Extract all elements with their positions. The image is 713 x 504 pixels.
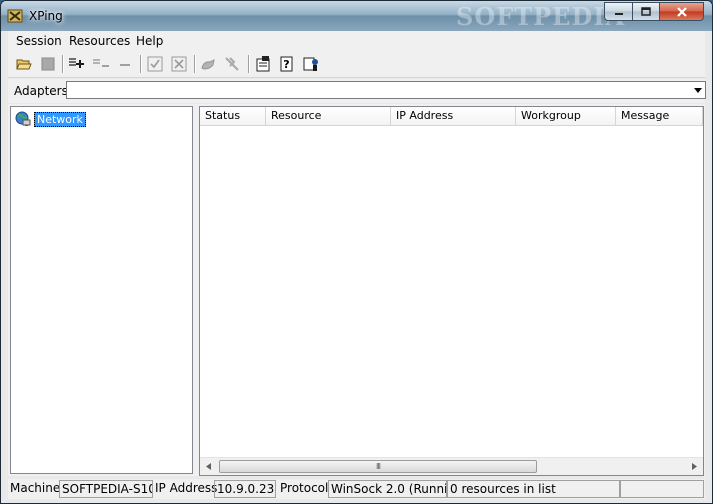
- status-bar: Machine SOFTPEDIA-S101 IP Address 10.9.0…: [8, 479, 705, 499]
- status-ip-value: 10.9.0.231: [214, 480, 276, 498]
- help-icon: ?: [280, 56, 293, 72]
- tree-node-network[interactable]: Network: [15, 111, 86, 127]
- trace-icon: [225, 57, 239, 71]
- close-icon: [676, 6, 687, 17]
- column-header-status[interactable]: Status: [200, 107, 266, 125]
- remove-resource-button[interactable]: [116, 55, 134, 73]
- chevron-down-icon: [694, 87, 702, 93]
- network-tree[interactable]: Network: [10, 106, 193, 474]
- horizontal-scrollbar[interactable]: III: [200, 457, 703, 475]
- properties-icon: [256, 56, 270, 72]
- remove-resource-icon: [120, 64, 130, 66]
- about-button[interactable]: [302, 55, 320, 73]
- resource-list[interactable]: Status Resource IP Address Workgroup Mes…: [199, 106, 704, 476]
- adapters-row: Adapters: [8, 79, 706, 103]
- add-range-button[interactable]: [92, 55, 110, 73]
- scroll-left-icon: [206, 463, 211, 470]
- toolbar-separator: [140, 55, 142, 73]
- add-resource-button[interactable]: [68, 55, 86, 73]
- help-button[interactable]: ?: [278, 55, 296, 73]
- scroll-right-button[interactable]: [686, 458, 703, 475]
- menu-bar: Session Resources Help: [8, 31, 705, 51]
- status-machine-label: Machine: [10, 481, 61, 495]
- check-all-button[interactable]: [146, 55, 164, 73]
- scroll-right-icon: [692, 463, 697, 470]
- status-empty-panel: [620, 480, 704, 498]
- check-all-icon: [147, 56, 163, 72]
- column-header-message[interactable]: Message: [616, 107, 703, 125]
- list-header: Status Resource IP Address Workgroup Mes…: [200, 107, 703, 126]
- column-header-ip-address[interactable]: IP Address: [391, 107, 516, 125]
- toolbar-separator: [194, 55, 196, 73]
- uncheck-all-icon: [171, 56, 187, 72]
- adapters-dropdown-button[interactable]: [691, 82, 705, 98]
- close-button[interactable]: [659, 2, 704, 21]
- scroll-left-button[interactable]: [200, 458, 217, 475]
- status-protocol-value: WinSock 2.0 (Running: [328, 480, 447, 498]
- uncheck-all-button[interactable]: [170, 55, 188, 73]
- adapters-dropdown[interactable]: [66, 81, 706, 99]
- menu-help[interactable]: Help: [136, 34, 163, 48]
- xping-window: XPing SOFTPEDIA Session Resources Help ?…: [0, 0, 713, 504]
- toolbar: ?: [8, 51, 705, 78]
- main-content: Network Status Resource IP Address Workg…: [8, 104, 705, 476]
- trace-button[interactable]: [224, 55, 242, 73]
- status-resource-count: 0 resources in list: [447, 480, 620, 498]
- ping-button[interactable]: [200, 55, 218, 73]
- minimize-icon: [614, 12, 623, 15]
- title-bar[interactable]: XPing SOFTPEDIA: [1, 1, 712, 31]
- status-machine-value: SOFTPEDIA-S101: [59, 480, 153, 498]
- status-protocol-label: Protocol: [280, 481, 329, 495]
- open-button[interactable]: [15, 55, 33, 73]
- softpedia-watermark: SOFTPEDIA: [456, 2, 626, 31]
- open-folder-icon: [16, 59, 32, 70]
- add-resource-icon: [69, 58, 84, 68]
- menu-session[interactable]: Session: [16, 34, 62, 48]
- toolbar-separator: [62, 55, 64, 73]
- menu-resources[interactable]: Resources: [69, 34, 130, 48]
- window-title: XPing: [29, 9, 63, 23]
- tree-node-label[interactable]: Network: [34, 111, 86, 127]
- properties-button[interactable]: [254, 55, 272, 73]
- column-header-resource[interactable]: Resource: [266, 107, 391, 125]
- about-icon: [303, 57, 318, 71]
- stop-button[interactable]: [39, 55, 57, 73]
- maximize-button[interactable]: [632, 2, 660, 21]
- stop-icon: [41, 57, 55, 71]
- xping-app-icon: [7, 9, 23, 23]
- status-ip-label: IP Address: [155, 481, 218, 495]
- maximize-icon: [641, 7, 651, 16]
- minimize-button[interactable]: [604, 2, 633, 21]
- svg-text:?: ?: [283, 58, 289, 71]
- network-globe-icon: [15, 111, 31, 126]
- add-range-icon: [93, 59, 109, 67]
- toolbar-separator: [248, 55, 250, 73]
- scrollbar-thumb[interactable]: III: [219, 460, 537, 473]
- ping-icon: [201, 59, 215, 70]
- column-header-workgroup[interactable]: Workgroup: [516, 107, 616, 125]
- adapters-label: Adapters: [14, 84, 68, 98]
